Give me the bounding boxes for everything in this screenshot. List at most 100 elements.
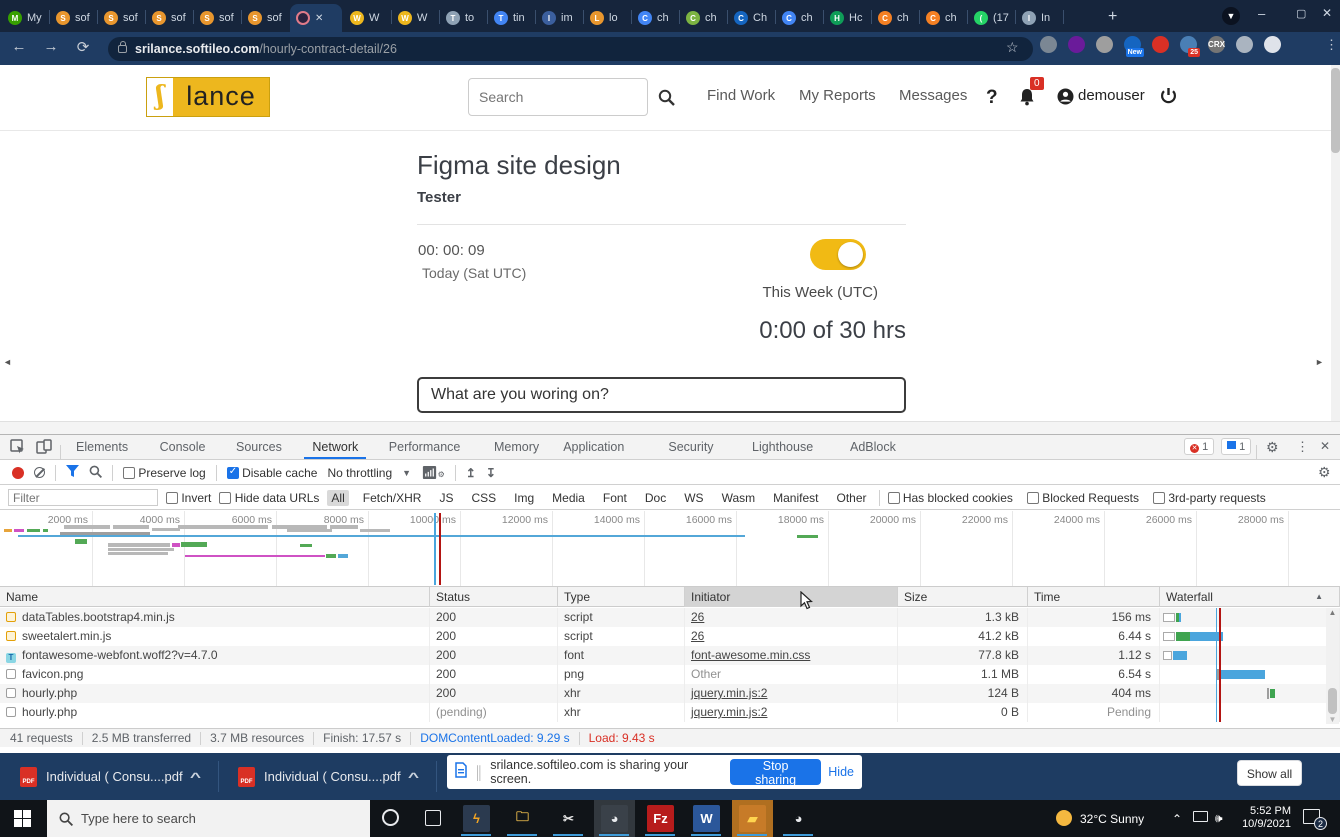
purple-diamond-icon[interactable] — [1068, 36, 1085, 53]
devtools-tab-network[interactable]: Network — [304, 435, 367, 459]
taskbar-clock[interactable]: 5:52 PM 10/9/2021 — [1233, 805, 1291, 831]
record-button[interactable] — [12, 466, 24, 479]
browser-tab[interactable]: WW — [392, 4, 438, 32]
filter-type-js[interactable]: JS — [435, 490, 457, 506]
browser-menu-icon[interactable]: ⋮ — [1325, 37, 1338, 53]
filter-type-other[interactable]: Other — [832, 490, 870, 506]
throttling-caret-icon[interactable]: ▼ — [402, 468, 411, 478]
devtools-tab-application[interactable]: Application — [555, 435, 632, 459]
nav-item-messages[interactable]: Messages — [899, 87, 967, 104]
network-search-icon[interactable] — [89, 465, 103, 481]
taskbar-search[interactable]: Type here to search — [47, 800, 370, 837]
filter-type-fetch-xhr[interactable]: Fetch/XHR — [359, 490, 426, 506]
column-header-name[interactable]: Name — [0, 587, 430, 607]
omnibox[interactable]: srilance.softileo.com/hourly-contract-de… — [108, 37, 1033, 61]
browser-tab[interactable]: M My — [2, 4, 48, 32]
working-on-input[interactable] — [417, 377, 906, 413]
start-button[interactable] — [14, 810, 31, 827]
help-button[interactable]: ? — [986, 87, 998, 109]
download-item[interactable]: PDF Individual ( Consu....pdf ^ — [228, 760, 427, 793]
browser-tab[interactable]: H Hc — [824, 4, 870, 32]
filter-type-manifest[interactable]: Manifest — [769, 490, 822, 506]
page-horizontal-scrollbar[interactable] — [0, 421, 1340, 434]
table-scroll-thumb[interactable] — [1328, 688, 1337, 714]
devtools-tab-console[interactable]: Console — [152, 435, 214, 459]
forward-button[interactable]: → — [40, 38, 62, 55]
filter-type-img[interactable]: Img — [510, 490, 538, 506]
browser-tab[interactable]: C Ch — [728, 4, 774, 32]
pc-network-icon[interactable] — [1193, 811, 1208, 822]
profile-circle-icon[interactable]: ▼ — [1222, 7, 1240, 25]
devtools-menu-icon[interactable]: ⋮ — [1296, 439, 1309, 455]
browser-tab[interactable]: Ssof — [50, 4, 96, 32]
hide-data-urls-checkbox[interactable]: Hide data URLs — [219, 491, 319, 505]
initiator-link[interactable]: 26 — [691, 610, 704, 624]
devtools-tab-lighthouse[interactable]: Lighthouse — [744, 435, 821, 459]
browser-tab[interactable]: Cch — [632, 4, 678, 32]
chevron-up-icon[interactable]: ^ — [189, 770, 200, 784]
table-scroll-up-icon[interactable]: ▲ — [1326, 608, 1339, 617]
throttling-select[interactable]: No throttling — [327, 466, 392, 480]
browser-tab[interactable]: Ssof — [146, 4, 192, 32]
table-row[interactable]: hourly.php (pending) xhr jquery.min.js:2 0 B… — [0, 703, 1340, 722]
browser-tab[interactable]: WW — [344, 4, 390, 32]
page-vertical-scrollbar-thumb[interactable] — [1331, 68, 1340, 153]
export-har-icon[interactable]: ↧ — [486, 466, 496, 480]
s-extension-icon[interactable]: New — [1124, 36, 1144, 57]
blocked-requests-checkbox[interactable]: Blocked Requests — [1026, 491, 1139, 505]
hscroll-right-arrow[interactable]: ► — [1315, 357, 1324, 367]
column-header-initiator[interactable]: Initiator — [685, 587, 898, 607]
reload-button[interactable]: ⟳ — [72, 38, 94, 56]
table-row[interactable]: hourly.php 200 xhr jquery.min.js:2 124 B 404 … — [0, 684, 1340, 703]
user-avatar-icon[interactable] — [1057, 88, 1074, 110]
filter-type-font[interactable]: Font — [599, 490, 631, 506]
devtools-tab-memory[interactable]: Memory — [486, 435, 547, 459]
browser-tab[interactable]: ((17 — [968, 4, 1014, 32]
gray-sphere-icon[interactable] — [1096, 36, 1113, 53]
filter-type-doc[interactable]: Doc — [641, 490, 670, 506]
filter-funnel-icon[interactable] — [66, 465, 79, 480]
back-button[interactable]: ← — [8, 38, 30, 55]
devtools-tab-elements[interactable]: Elements — [68, 435, 136, 459]
devtools-tab-sources[interactable]: Sources — [228, 435, 290, 459]
table-scroll-down-icon[interactable]: ▼ — [1326, 715, 1339, 724]
browser-tab[interactable]: Ssof — [242, 4, 288, 32]
username[interactable]: demouser — [1078, 87, 1145, 104]
filezilla-icon[interactable]: Fz — [647, 805, 674, 832]
browser-tab[interactable]: Tto — [440, 4, 486, 32]
zenmate-shield-icon[interactable] — [1040, 36, 1057, 53]
import-har-icon[interactable]: ↥ — [466, 466, 476, 480]
browser-tab[interactable]: Cch — [680, 4, 726, 32]
table-row[interactable]: sweetalert.min.js 200 script 26 41.2 kB 6.44 … — [0, 627, 1340, 646]
hide-share-button[interactable]: Hide — [828, 765, 854, 779]
filter-type-css[interactable]: CSS — [467, 490, 500, 506]
devtools-tab-performance[interactable]: Performance — [381, 435, 469, 459]
filter-type-all[interactable]: All — [327, 489, 349, 506]
table-row[interactable]: dataTables.bootstrap4.min.js 200 script 26 1… — [0, 608, 1340, 627]
window-minimize-button[interactable]: – — [1258, 6, 1265, 21]
column-header-waterfall[interactable]: Waterfall ▲ — [1160, 587, 1340, 607]
devtools-close-icon[interactable]: ✕ — [1320, 439, 1330, 453]
chevron-up-icon[interactable]: ^ — [407, 770, 418, 784]
cortana-icon[interactable] — [382, 809, 399, 826]
notes-app-icon[interactable]: ▰ — [739, 805, 766, 832]
column-header-type[interactable]: Type — [558, 587, 685, 607]
bell-icon[interactable] — [1018, 87, 1036, 111]
search-icon[interactable] — [658, 89, 675, 111]
adblock-hand-icon[interactable] — [1152, 36, 1169, 53]
browser-tab-active[interactable]: ✕ — [290, 4, 342, 32]
chrome-profile-icon[interactable]: ◕ — [785, 805, 812, 832]
power-icon[interactable] — [1160, 87, 1177, 110]
column-header-size[interactable]: Size — [898, 587, 1028, 607]
table-row[interactable]: Tfontawesome-webfont.woff2?v=4.7.0 200 fon… — [0, 646, 1340, 665]
initiator-link[interactable]: jquery.min.js:2 — [691, 705, 767, 719]
search-input[interactable] — [468, 78, 648, 116]
nav-item-my-reports[interactable]: My Reports — [799, 87, 876, 104]
initiator-link[interactable]: 26 — [691, 629, 704, 643]
network-conditions-icon[interactable]: 📶︎⚙ — [421, 465, 445, 481]
puzzle-icon[interactable] — [1236, 36, 1253, 53]
invert-checkbox[interactable]: Invert — [166, 491, 211, 505]
download-item[interactable]: PDF Individual ( Consu....pdf ^ — [10, 760, 209, 793]
stop-sharing-button[interactable]: Stop sharing — [729, 759, 822, 787]
window-close-button[interactable]: ✕ — [1322, 6, 1332, 20]
